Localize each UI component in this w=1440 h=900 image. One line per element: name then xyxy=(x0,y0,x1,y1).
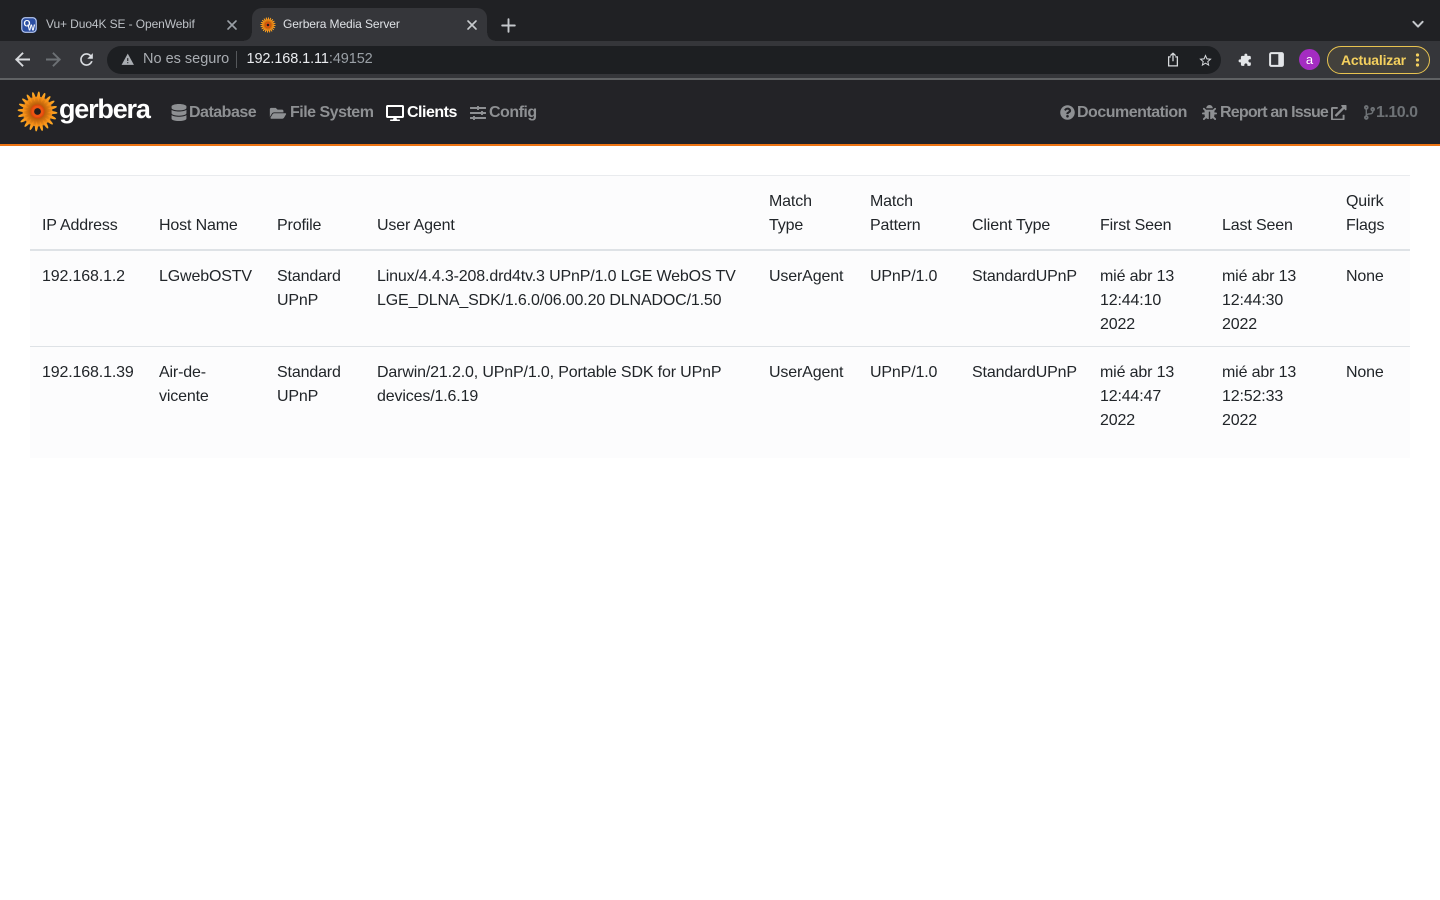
svg-text:W: W xyxy=(28,23,36,32)
